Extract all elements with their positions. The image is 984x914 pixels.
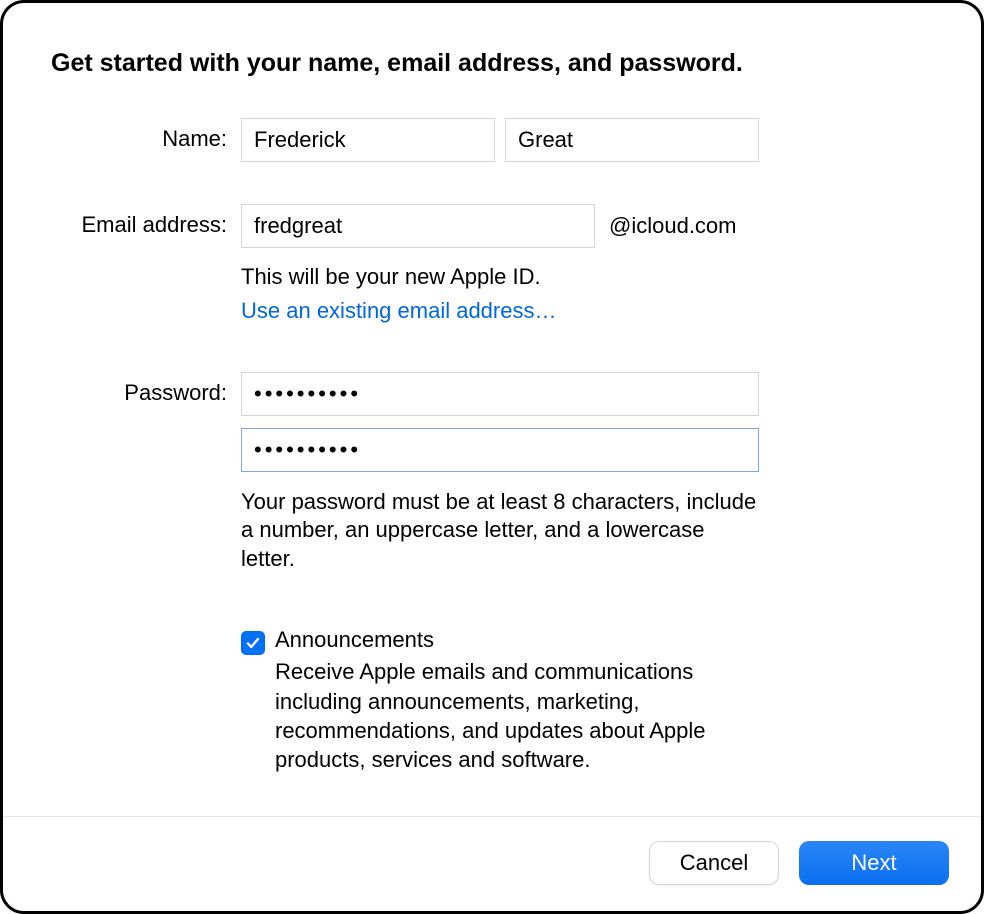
password-row: Password: Your password must be at least… bbox=[51, 372, 933, 574]
announcements-row: Announcements Receive Apple emails and c… bbox=[51, 627, 933, 773]
email-input[interactable] bbox=[241, 204, 595, 248]
checkmark-icon bbox=[245, 635, 261, 651]
cancel-button[interactable]: Cancel bbox=[649, 841, 779, 885]
signup-dialog: Get started with your name, email addres… bbox=[0, 0, 984, 914]
email-label: Email address: bbox=[51, 204, 241, 238]
announcements-label[interactable]: Announcements bbox=[275, 627, 785, 653]
password-input[interactable] bbox=[241, 372, 759, 416]
password-confirm-input[interactable] bbox=[241, 428, 759, 472]
password-label: Password: bbox=[51, 372, 241, 406]
announcements-description: Receive Apple emails and communications … bbox=[275, 657, 785, 773]
use-existing-email-link[interactable]: Use an existing email address… bbox=[241, 298, 556, 324]
name-row: Name: bbox=[51, 118, 933, 162]
dialog-footer: Cancel Next bbox=[3, 816, 981, 911]
page-title: Get started with your name, email addres… bbox=[51, 49, 933, 78]
password-requirements-text: Your password must be at least 8 charact… bbox=[241, 488, 761, 574]
email-row: Email address: @icloud.com This will be … bbox=[51, 204, 933, 324]
next-button[interactable]: Next bbox=[799, 841, 949, 885]
email-helper-text: This will be your new Apple ID. bbox=[241, 262, 933, 292]
name-label: Name: bbox=[51, 118, 241, 152]
last-name-input[interactable] bbox=[505, 118, 759, 162]
announcements-checkbox[interactable] bbox=[241, 631, 265, 655]
email-domain-suffix: @icloud.com bbox=[609, 213, 737, 239]
first-name-input[interactable] bbox=[241, 118, 495, 162]
